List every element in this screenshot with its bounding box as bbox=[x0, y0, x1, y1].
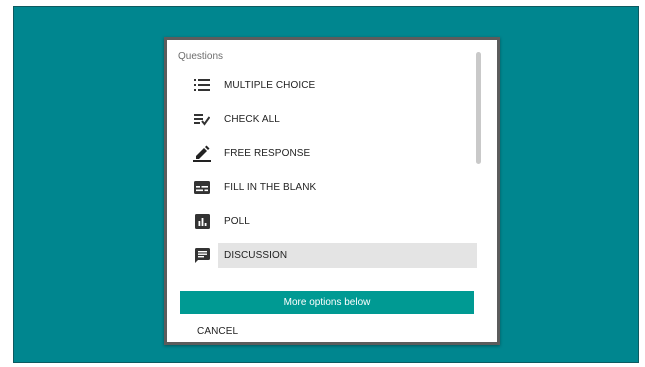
option-poll[interactable]: POLL bbox=[218, 209, 477, 234]
option-label: POLL bbox=[224, 216, 250, 227]
option-discussion[interactable]: DISCUSSION bbox=[218, 243, 477, 268]
option-label: DISCUSSION bbox=[224, 250, 288, 261]
scrollbar-thumb[interactable] bbox=[476, 52, 481, 164]
chat-icon bbox=[192, 245, 212, 265]
option-check-all[interactable]: CHECK ALL bbox=[218, 107, 477, 132]
blank-field-icon bbox=[192, 177, 212, 197]
checklist-icon bbox=[192, 109, 212, 129]
option-fill-in-the-blank[interactable]: FILL IN THE BLANK bbox=[218, 175, 477, 200]
poll-icon bbox=[192, 211, 212, 231]
pencil-icon bbox=[192, 143, 212, 163]
option-label: FILL IN THE BLANK bbox=[224, 182, 317, 193]
app-background: Questions MULTIPLE CHOICE CHECK ALL FREE… bbox=[13, 6, 639, 363]
option-label: MULTIPLE CHOICE bbox=[224, 80, 316, 91]
section-label: Questions bbox=[178, 51, 224, 62]
option-label: FREE RESPONSE bbox=[224, 148, 311, 159]
cancel-button[interactable]: CANCEL bbox=[197, 323, 238, 339]
more-options-banner[interactable]: More options below bbox=[180, 291, 474, 314]
list-icon bbox=[192, 75, 212, 95]
question-type-dialog: Questions MULTIPLE CHOICE CHECK ALL FREE… bbox=[164, 37, 500, 345]
option-label: CHECK ALL bbox=[224, 114, 280, 125]
option-multiple-choice[interactable]: MULTIPLE CHOICE bbox=[218, 73, 477, 98]
option-free-response[interactable]: FREE RESPONSE bbox=[218, 141, 477, 166]
